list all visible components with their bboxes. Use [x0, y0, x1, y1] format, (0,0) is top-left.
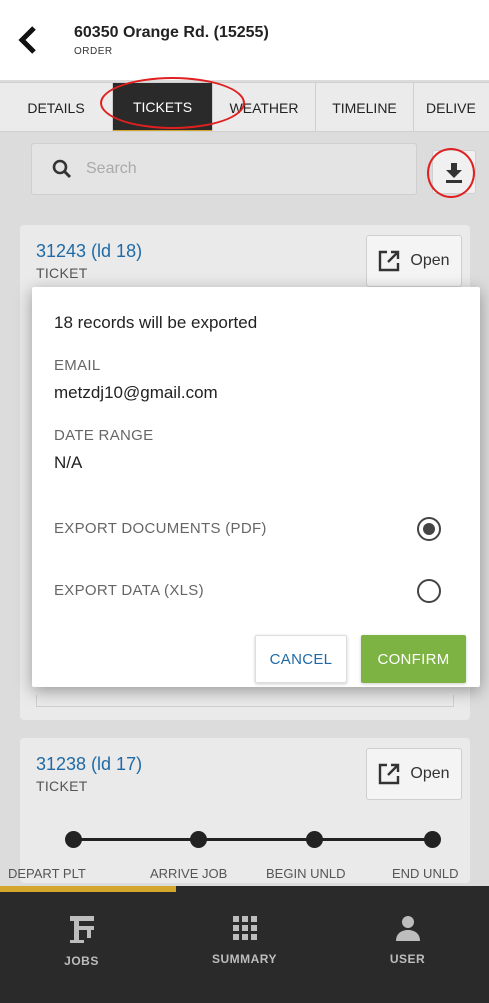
- email-value: metzdj10@gmail.com: [54, 383, 218, 402]
- email-label: EMAIL: [54, 357, 101, 374]
- export-dialog: 18 records will be exported EMAIL metzdj…: [32, 287, 480, 687]
- date-range-label: DATE RANGE: [54, 427, 154, 444]
- export-xls-label[interactable]: EXPORT DATA (XLS): [54, 582, 204, 599]
- date-range-value: N/A: [54, 453, 83, 472]
- export-pdf-label[interactable]: EXPORT DOCUMENTS (PDF): [54, 520, 267, 537]
- cancel-button[interactable]: CANCEL: [255, 635, 347, 683]
- dialog-title: 18 records will be exported: [54, 313, 258, 332]
- confirm-button[interactable]: CONFIRM: [361, 635, 466, 683]
- export-xls-radio[interactable]: [417, 579, 441, 603]
- export-pdf-radio[interactable]: [417, 517, 441, 541]
